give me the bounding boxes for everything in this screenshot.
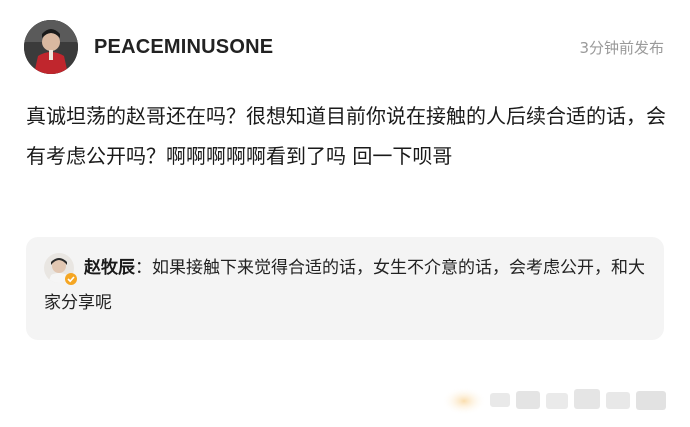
post-card: PEACEMINUSONE 3分钟前发布 真诚坦荡的赵哥还在吗？很想知道目前你说… (0, 0, 690, 427)
reply-text: 赵牧辰：如果接触下来觉得合适的话，女生不介意的话，会考虑公开，和大家分享呢 (44, 251, 648, 321)
watermark-image (442, 387, 666, 415)
watermark-logo (442, 383, 672, 417)
post-header: PEACEMINUSONE 3分钟前发布 (24, 20, 664, 76)
post-timestamp: 3分钟前发布 (579, 39, 664, 57)
user-avatar[interactable] (24, 20, 78, 74)
reply-separator: ： (135, 258, 152, 278)
avatar-image (24, 20, 78, 74)
username[interactable]: PEACEMINUSONE (94, 36, 273, 59)
reply-author[interactable]: 赵牧辰 (84, 258, 135, 278)
post-body-text: 真诚坦荡的赵哥还在吗？很想知道目前你说在接触的人后续合适的话，会有考虑公开吗？啊… (26, 104, 666, 168)
reply-box: 赵牧辰：如果接触下来觉得合适的话，女生不介意的话，会考虑公开，和大家分享呢 (26, 237, 664, 340)
